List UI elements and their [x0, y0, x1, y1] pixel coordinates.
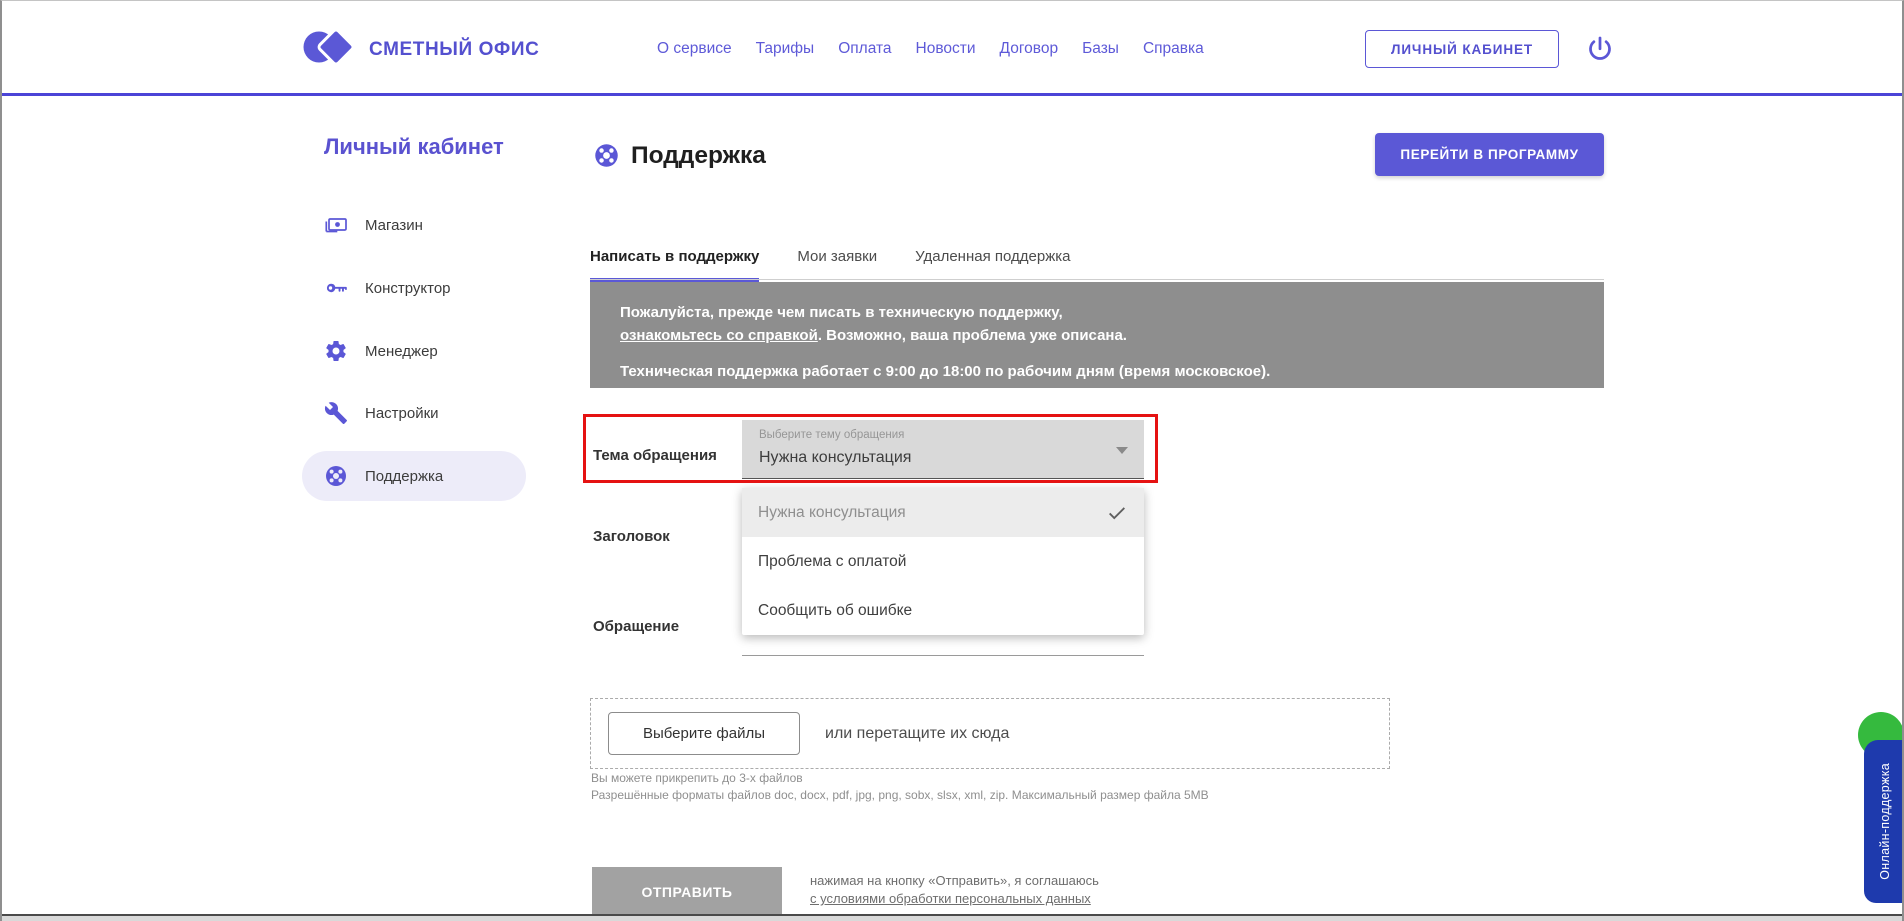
dropdown-option-report-error[interactable]: Сообщить об ошибке: [742, 586, 1144, 635]
choose-files-button[interactable]: Выберите файлы: [608, 712, 800, 755]
topic-select-placeholder: Выберите тему обращения: [759, 429, 904, 441]
sidebar-item-support[interactable]: Поддержка: [302, 451, 526, 501]
sidebar-item-label: Настройки: [365, 405, 439, 422]
brand-name: СМЕТНЫЙ ОФИС: [369, 39, 539, 61]
sidebar-item-label: Менеджер: [365, 343, 438, 360]
upload-note-1: Вы можете прикрепить до 3-х файлов: [591, 771, 803, 785]
sidebar-item-shop[interactable]: Магазин: [302, 200, 526, 250]
notice-text-1: Пожалуйста, прежде чем писать в техничес…: [620, 301, 1574, 347]
nav-contract[interactable]: Договор: [1000, 40, 1059, 58]
sidebar-item-label: Конструктор: [365, 280, 451, 297]
drop-hint-text: или перетащите их сюда: [825, 725, 1009, 743]
topic-dropdown-menu: Нужна консультация Проблема с оплатой Со…: [742, 488, 1144, 635]
dropdown-option-consultation[interactable]: Нужна консультация: [742, 488, 1144, 537]
banknote-icon: [324, 213, 348, 237]
upload-note-2: Разрешённые форматы файлов doc, docx, pd…: [591, 788, 1209, 802]
message-field-label: Обращение: [593, 618, 679, 635]
file-drop-zone[interactable]: Выберите файлы или перетащите их сюда: [590, 698, 1390, 769]
nav-about[interactable]: О сервисе: [657, 40, 732, 58]
nav-news[interactable]: Новости: [916, 40, 976, 58]
page-title: Поддержка: [631, 142, 766, 170]
tab-remote-support[interactable]: Удаленная поддержка: [915, 248, 1070, 282]
nav-bases[interactable]: Базы: [1082, 40, 1119, 58]
personal-data-terms-link[interactable]: с условиями обработки персональных данны…: [810, 891, 1091, 906]
support-lifebuoy-icon: [593, 142, 620, 169]
personal-cabinet-button[interactable]: ЛИЧНЫЙ КАБИНЕТ: [1365, 30, 1559, 68]
sidebar-item-constructor[interactable]: Конструктор: [302, 263, 526, 313]
topic-select-value: Нужна консультация: [759, 449, 911, 467]
go-to-program-button[interactable]: ПЕРЕЙТИ В ПРОГРАММУ: [1375, 133, 1604, 176]
logout-power-icon[interactable]: [1585, 34, 1615, 64]
agreement-text: нажимая на кнопку «Отправить», я соглаша…: [810, 872, 1099, 908]
chevron-down-icon: [1116, 447, 1128, 454]
support-notice: Пожалуйста, прежде чем писать в техничес…: [590, 282, 1604, 388]
topic-select[interactable]: Выберите тему обращения Нужна консультац…: [742, 420, 1144, 479]
main-nav: О сервисе Тарифы Оплата Новости Договор …: [657, 1, 1204, 96]
submit-button[interactable]: ОТПРАВИТЬ: [592, 867, 782, 916]
tabs-divider: [590, 279, 1604, 280]
message-input[interactable]: [742, 655, 1144, 656]
sidebar-item-label: Поддержка: [365, 468, 443, 485]
lifebuoy-icon: [324, 464, 348, 488]
sidebar-title: Личный кабинет: [324, 134, 504, 160]
support-tabs: Написать в поддержку Мои заявки Удаленна…: [590, 248, 1070, 282]
check-icon: [1106, 502, 1128, 524]
help-reference-link[interactable]: ознакомьтесь со справкой: [620, 327, 818, 344]
brand-logo[interactable]: СМЕТНЫЙ ОФИС: [302, 22, 539, 77]
title-field-label: Заголовок: [593, 528, 670, 545]
sidebar-item-settings[interactable]: Настройки: [302, 388, 526, 438]
key-icon: [324, 276, 348, 300]
dropdown-option-payment-problem[interactable]: Проблема с оплатой: [742, 537, 1144, 586]
top-header: СМЕТНЫЙ ОФИС О сервисе Тарифы Оплата Нов…: [2, 1, 1902, 96]
page: СМЕТНЫЙ ОФИС О сервисе Тарифы Оплата Нов…: [0, 0, 1904, 921]
wrench-icon: [324, 401, 348, 425]
logo-icon: [302, 22, 356, 77]
gear-icon: [324, 339, 348, 363]
tab-my-tickets[interactable]: Мои заявки: [797, 248, 877, 282]
notice-text-2: Техническая поддержка работает с 9:00 до…: [620, 360, 1574, 383]
nav-payment[interactable]: Оплата: [838, 40, 891, 58]
window-bottom-edge: [2, 914, 1902, 921]
nav-tariffs[interactable]: Тарифы: [756, 40, 815, 58]
sidebar-item-label: Магазин: [365, 217, 423, 234]
online-support-label: Онлайн-поддержка: [1878, 763, 1892, 880]
tab-write-to-support[interactable]: Написать в поддержку: [590, 248, 759, 282]
online-support-widget[interactable]: Онлайн-поддержка: [1864, 740, 1904, 903]
sidebar-item-manager[interactable]: Менеджер: [302, 326, 526, 376]
nav-help[interactable]: Справка: [1143, 40, 1204, 58]
topic-field-label: Тема обращения: [593, 447, 717, 464]
